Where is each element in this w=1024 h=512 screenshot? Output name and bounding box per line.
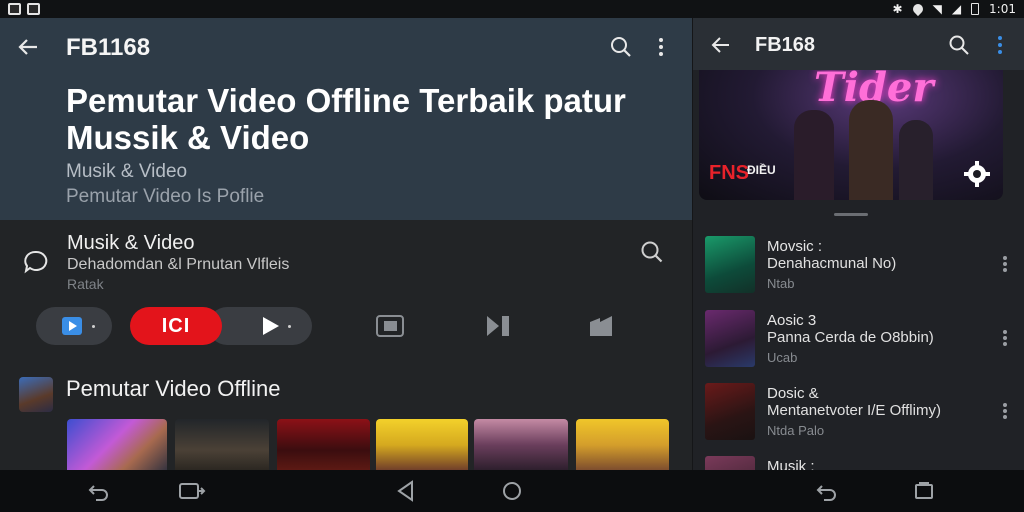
list-item-title: Dosic & — [767, 385, 819, 402]
nav-home-icon[interactable] — [500, 479, 524, 503]
video-mode-button[interactable] — [36, 307, 112, 345]
location-icon — [910, 1, 925, 17]
info-description: Dehadomdan &l Prnutan Vlfleis — [67, 256, 290, 273]
back-arrow-icon — [18, 39, 37, 55]
share-icon — [590, 316, 612, 336]
notification-icon — [8, 3, 21, 15]
video-thumbnail[interactable] — [277, 419, 370, 471]
search-icon — [949, 35, 969, 55]
list-item-more-button[interactable] — [999, 254, 1011, 278]
info-search-button[interactable] — [636, 236, 668, 268]
skip-next-button[interactable] — [483, 310, 515, 342]
banner-settings-button[interactable] — [961, 158, 993, 190]
section-title: Pemutar Video Offline — [66, 376, 281, 401]
status-bar: ✱ ◥ ◢ 1:01 — [0, 0, 1024, 18]
picture-in-picture-icon — [376, 315, 404, 337]
list-item-thumbnail — [705, 236, 755, 293]
banner-figure — [899, 120, 933, 200]
video-thumbnail[interactable] — [175, 419, 269, 471]
back-button[interactable] — [12, 31, 44, 63]
navigation-bar — [0, 470, 1024, 512]
list-item-subtitle: Mentanetvoter I/E Offlimy) — [767, 402, 941, 419]
list-item-more-button[interactable] — [999, 328, 1011, 352]
hero-subtitle-secondary: Pemutar Video Is Poflie — [66, 186, 265, 207]
search-icon — [611, 37, 631, 57]
more-options-button[interactable] — [645, 31, 677, 63]
banner-figure — [794, 110, 834, 200]
wifi-icon: ◥ — [932, 2, 942, 16]
share-button[interactable] — [586, 310, 618, 342]
more-vert-icon — [659, 38, 663, 56]
list-item-title: Movsic : — [767, 238, 823, 255]
list-item[interactable]: Dosic & Mentanetvoter I/E Offlimy) Ntda … — [693, 383, 1024, 453]
picture-in-picture-button[interactable] — [374, 310, 406, 342]
record-button[interactable]: ICI — [130, 307, 222, 345]
search-icon — [641, 241, 663, 263]
video-play-icon — [62, 317, 82, 335]
nav-back-icon[interactable] — [86, 479, 110, 503]
list-item-thumbnail — [705, 383, 755, 440]
status-time: 1:01 — [989, 2, 1016, 16]
list-item[interactable]: Musik ; — [693, 456, 1024, 470]
list-item-thumbnail — [705, 456, 755, 470]
channel-avatar[interactable] — [19, 377, 53, 412]
search-button[interactable] — [605, 31, 637, 63]
banner-badge-sub: ĐIỀU — [747, 163, 776, 177]
side-back-button[interactable] — [705, 29, 737, 61]
list-item-thumbnail — [705, 310, 755, 367]
nav-back-triangle-icon[interactable] — [394, 479, 418, 503]
settings-icon — [964, 161, 990, 187]
signal-icon: ◢ — [951, 2, 962, 16]
play-icon — [263, 317, 279, 335]
app-title: FB1168 — [66, 34, 151, 61]
nav-recents-icon[interactable] — [912, 479, 936, 503]
hero-header: FB1168 Pemutar Video Offline Terbaik pat… — [0, 18, 692, 220]
side-more-button[interactable] — [984, 29, 1016, 61]
skip-next-icon — [487, 316, 509, 336]
hero-title: Pemutar Video Offline Terbaik patur Muss… — [66, 82, 626, 156]
list-item-meta: Ucab — [767, 350, 798, 365]
video-thumbnail[interactable] — [576, 419, 669, 471]
back-arrow-icon — [711, 37, 729, 53]
drag-handle[interactable] — [834, 213, 868, 216]
list-item-meta: Ntab — [767, 276, 795, 291]
comments-button[interactable] — [20, 246, 52, 278]
battery-icon — [971, 3, 980, 15]
nav-switch-icon[interactable] — [178, 479, 206, 503]
side-pane: FB168 Tider FNS ĐIỀU Movsic : Denahacmun… — [692, 18, 1024, 470]
list-item-title: Musik ; — [767, 458, 815, 470]
main-pane: FB1168 Pemutar Video Offline Terbaik pat… — [0, 18, 692, 471]
banner-badge: FNS — [709, 162, 749, 184]
banner-figure — [849, 100, 893, 200]
shield-notification-icon — [27, 3, 40, 15]
bluetooth-icon: ✱ — [892, 2, 903, 16]
hero-subtitle: Musik & Video — [66, 161, 188, 182]
list-item-subtitle: Panna Cerda de O8bbin) — [767, 329, 934, 346]
info-meta: Ratak — [67, 276, 104, 292]
list-item[interactable]: Aosic 3 Panna Cerda de O8bbin) Ucab — [693, 310, 1024, 380]
video-thumbnail[interactable] — [474, 419, 568, 471]
video-thumbnail[interactable] — [67, 419, 167, 471]
nav-undo-icon[interactable] — [814, 479, 838, 503]
list-item-more-button[interactable] — [999, 401, 1011, 425]
list-item-meta: Ntda Palo — [767, 423, 825, 438]
play-button[interactable] — [208, 307, 312, 345]
more-vert-icon — [998, 36, 1002, 54]
side-app-title: FB168 — [755, 34, 816, 56]
list-item-subtitle: Denahacmunal No) — [767, 255, 897, 272]
info-title: Musik & Video — [67, 232, 195, 254]
side-search-button[interactable] — [943, 29, 975, 61]
list-item[interactable]: Movsic : Denahacmunal No) Ntab — [693, 236, 1024, 306]
side-top-bar: FB168 — [693, 18, 1024, 70]
chat-bubble-icon — [24, 250, 48, 274]
video-thumbnail[interactable] — [376, 419, 468, 471]
featured-banner[interactable]: Tider FNS ĐIỀU — [699, 70, 1003, 200]
list-item-title: Aosic 3 — [767, 312, 817, 329]
